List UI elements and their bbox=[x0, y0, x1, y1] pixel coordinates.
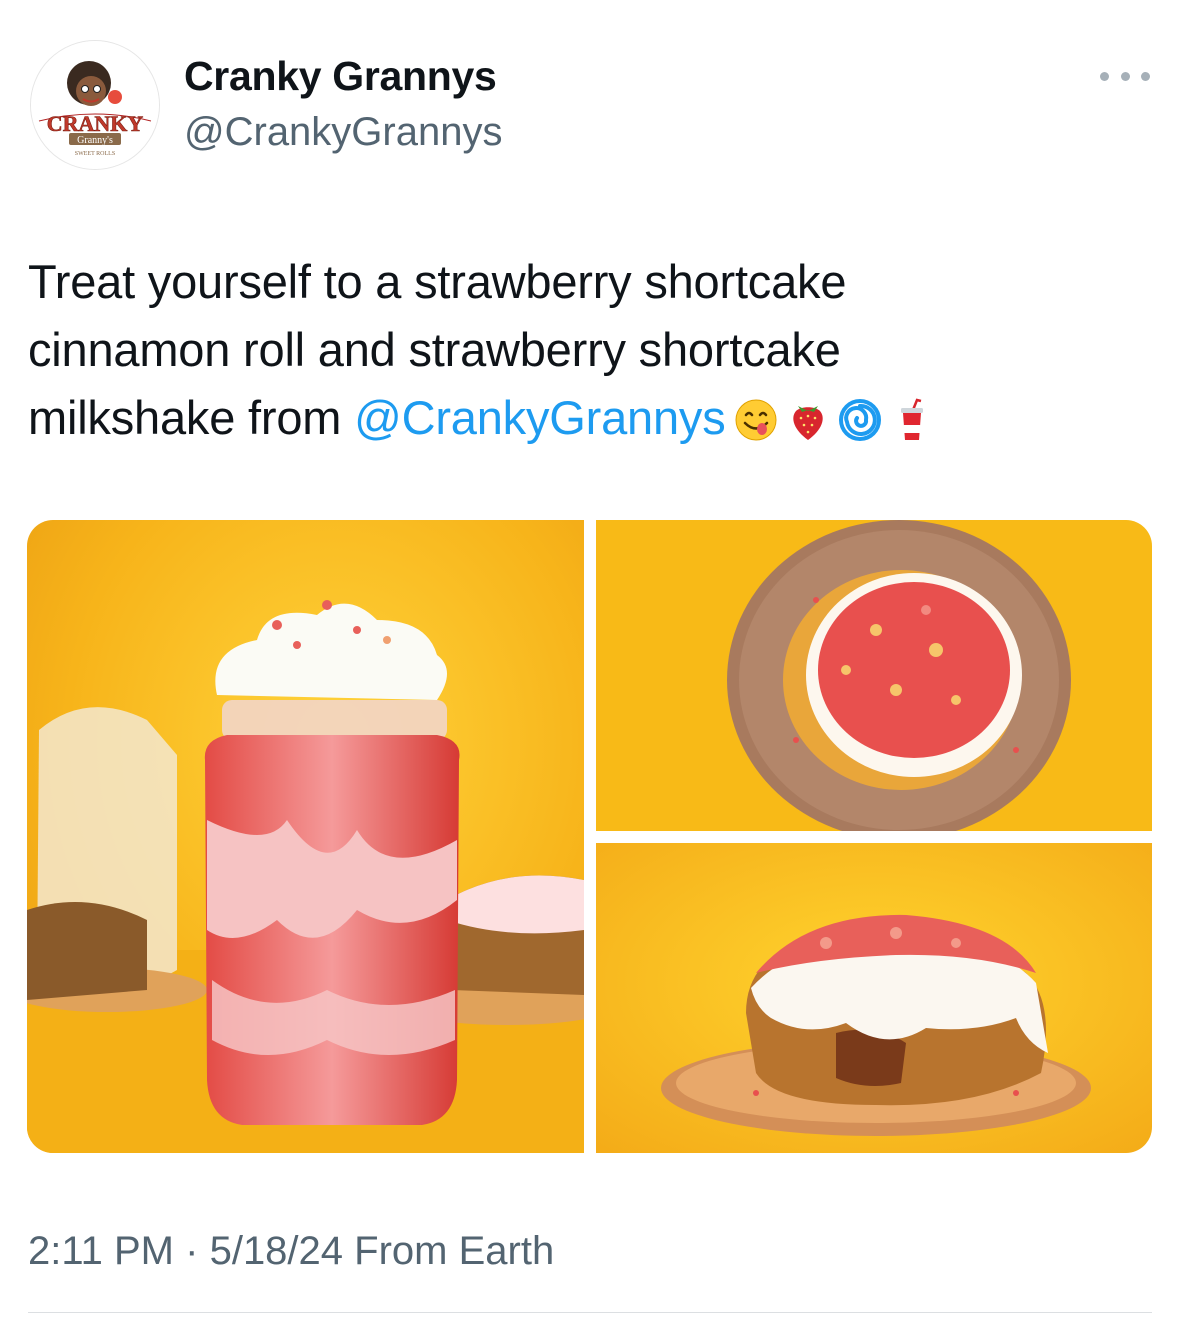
tweet-text-line-2: cinnamon roll and strawberry shortcake bbox=[28, 323, 841, 376]
avatar[interactable]: CRANKY Granny's SWEET ROLLS bbox=[30, 40, 160, 170]
svg-text:CRANKY: CRANKY bbox=[47, 111, 144, 136]
dot bbox=[1100, 71, 1109, 81]
cinnamon-roll-top-view-photo[interactable] bbox=[596, 520, 1152, 831]
strawberry-icon bbox=[786, 398, 830, 442]
tweet-text-line-1: Treat yourself to a strawberry shortcake bbox=[28, 255, 847, 308]
dot bbox=[1120, 71, 1130, 81]
tweet-date[interactable]: 5/18/24 bbox=[210, 1229, 343, 1273]
tweet-text-line-3-prefix: milkshake from bbox=[28, 391, 355, 444]
mention-link[interactable]: @CrankyGrannys bbox=[354, 391, 726, 444]
tweet-text: Treat yourself to a strawberry shortcake… bbox=[28, 248, 1158, 452]
svg-text:Granny's: Granny's bbox=[77, 135, 113, 146]
tweet-metadata: 2:11 PM · 5/18/24 From Earth bbox=[28, 1226, 554, 1276]
cup-with-straw-icon bbox=[890, 398, 934, 442]
user-handle[interactable]: @CrankyGrannys bbox=[184, 108, 502, 156]
divider bbox=[28, 1312, 1152, 1313]
face-savoring-food-icon bbox=[734, 398, 778, 442]
svg-text:SWEET ROLLS: SWEET ROLLS bbox=[75, 151, 115, 157]
dot bbox=[1141, 71, 1150, 81]
more-options-icon[interactable] bbox=[1100, 62, 1150, 90]
cyclone-icon bbox=[838, 398, 882, 442]
tweet-card: CRANKY Granny's SWEET ROLLS Cranky Grann… bbox=[0, 0, 1179, 1318]
display-name[interactable]: Cranky Grannys bbox=[184, 52, 497, 100]
tweet-text-line-3: milkshake from @CrankyGrannys bbox=[28, 384, 1158, 452]
tweet-time[interactable]: 2:11 PM bbox=[28, 1229, 174, 1273]
strawberry-milkshake-photo[interactable] bbox=[27, 520, 584, 1153]
metadata-separator: · bbox=[185, 1229, 199, 1273]
cinnamon-roll-side-view-photo[interactable] bbox=[596, 843, 1152, 1153]
tweet-source: From Earth bbox=[354, 1229, 555, 1273]
